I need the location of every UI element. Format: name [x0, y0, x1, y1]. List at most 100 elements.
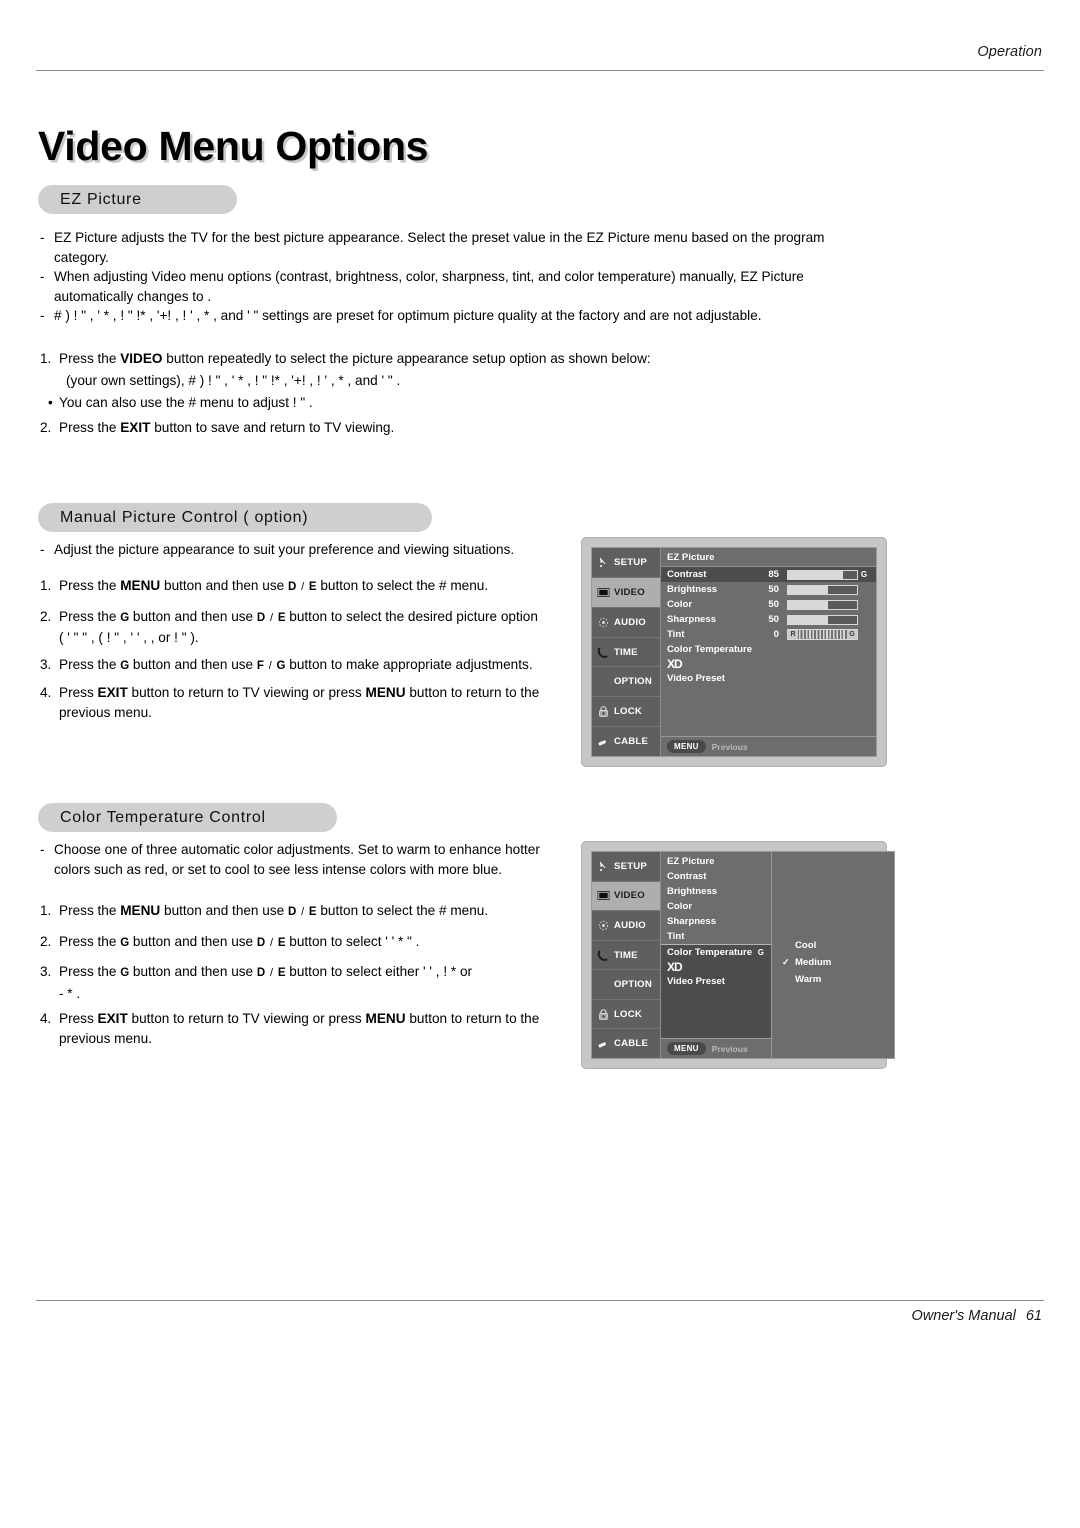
osd-tab-time[interactable]: TIME: [592, 941, 660, 971]
osd-row-tint[interactable]: Tint: [661, 929, 771, 945]
osd-row-color-temperature[interactable]: Color Temperature G: [661, 945, 771, 960]
osd-row-color-temperature[interactable]: Color Temperature: [661, 642, 876, 657]
osd-main-panel: EZ Picture Contrast 85 G Brightness 50 C…: [661, 548, 876, 756]
step-number: 3.: [40, 964, 52, 980]
osd-row-contrast[interactable]: Contrast 85 G: [661, 567, 876, 582]
osd-tab-video[interactable]: VIDEO: [592, 881, 660, 912]
step-text: Press the MENU button and then use D / E…: [59, 903, 489, 918]
osd-row-value: 0: [773, 629, 779, 640]
tint-ticks: [799, 630, 846, 639]
step-text: Press the G button and then use D / E bu…: [59, 964, 473, 980]
step-number: 4.: [40, 685, 52, 701]
osd-menu-header: EZ Picture: [661, 548, 876, 567]
running-head: Operation: [977, 44, 1042, 60]
osd-row-brightness[interactable]: Brightness: [661, 884, 771, 899]
osd-row-contrast[interactable]: Contrast: [661, 869, 771, 884]
step-number: 2.: [40, 419, 52, 435]
osd-row-label: Color: [667, 599, 693, 610]
menu-chip[interactable]: MENU: [667, 1042, 706, 1055]
step-number: 3.: [40, 656, 52, 672]
osd-inner: SETUP VIDEO AUDIO TIME OPTION LOCK CABLE…: [591, 851, 895, 1059]
osd-slider-contrast[interactable]: [787, 569, 858, 580]
osd-row-ez-picture[interactable]: EZ Picture: [661, 852, 771, 869]
submenu-option-warm[interactable]: Warm: [772, 971, 894, 988]
submenu-option-label: Medium: [795, 957, 832, 968]
osd-submenu-color-temperature: Cool ✓ Medium Warm: [771, 852, 894, 1058]
osd-row-video-preset[interactable]: Video Preset: [661, 671, 876, 686]
dash-marker: -: [40, 269, 45, 284]
antenna-icon: [597, 860, 610, 873]
xd-logo: XD: [661, 657, 876, 671]
submenu-option-cool[interactable]: Cool: [772, 937, 894, 954]
previous-label: Previous: [711, 1043, 748, 1054]
osd-tab-video[interactable]: VIDEO: [592, 577, 660, 608]
slider-fill: [788, 615, 829, 624]
osd-slider-color[interactable]: [787, 599, 858, 610]
osd-tab-label: OPTION: [614, 676, 652, 688]
bullet-text: Adjust the picture appearance to suit yo…: [54, 542, 515, 557]
osd-tab-setup[interactable]: SETUP: [592, 852, 660, 882]
osd-row-sharpness[interactable]: Sharpness 50: [661, 612, 876, 627]
submenu-option-label: Warm: [795, 974, 822, 985]
osd-tab-audio[interactable]: AUDIO: [592, 608, 660, 638]
option-icon: [597, 978, 610, 991]
osd-tab-label: TIME: [614, 949, 638, 961]
footer-rule: [36, 1300, 1044, 1301]
footer-label: Owner's Manual: [911, 1308, 1016, 1324]
step-row: 3. Press the G button and then use D / E…: [40, 962, 575, 984]
osd-tab-label: LOCK: [614, 1008, 642, 1020]
osd-row-value: 50: [768, 584, 779, 595]
clock-icon: [597, 646, 610, 659]
bullet-marker: •: [48, 395, 53, 411]
osd-tab-cable[interactable]: CABLE: [592, 1029, 660, 1058]
osd-spacer: [661, 989, 771, 1038]
osd-tab-option[interactable]: OPTION: [592, 970, 660, 1000]
osd-row-color[interactable]: Color: [661, 899, 771, 914]
list-item: - Choose one of three automatic color ad…: [40, 840, 568, 879]
osd-tab-setup[interactable]: SETUP: [592, 548, 660, 578]
xd-logo: XD: [661, 960, 771, 974]
osd-row-label: Sharpness: [667, 614, 717, 625]
osd-tab-audio[interactable]: AUDIO: [592, 911, 660, 941]
osd-sidebar: SETUP VIDEO AUDIO TIME OPTION LOCK CABLE: [592, 548, 661, 756]
screen-icon: [597, 586, 610, 599]
osd-tab-time[interactable]: TIME: [592, 638, 660, 668]
ez-picture-steps: 1. Press the VIDEO button repeatedly to …: [40, 349, 878, 437]
osd-slider-tint[interactable]: R G: [787, 629, 858, 640]
bullet-text: # ) ! " , ' * , ! " !* , '+! , ! ' , * ,…: [54, 308, 762, 323]
osd-tab-lock[interactable]: LOCK: [592, 1000, 660, 1030]
osd-row-color[interactable]: Color 50: [661, 597, 876, 612]
osd-row-brightness[interactable]: Brightness 50: [661, 582, 876, 597]
osd-slider-sharpness[interactable]: [787, 614, 858, 625]
osd-tab-cable[interactable]: CABLE: [592, 727, 660, 756]
list-item: - # ) ! " , ' * , ! " !* , '+! , ! ' , *…: [40, 306, 878, 326]
osd-tab-lock[interactable]: LOCK: [592, 697, 660, 728]
dash-marker: -: [40, 230, 45, 245]
submenu-option-medium[interactable]: ✓ Medium: [772, 954, 894, 971]
color-temp-bullets: - Choose one of three automatic color ad…: [40, 840, 568, 879]
osd-tab-label: CABLE: [614, 736, 649, 748]
screen-icon: [597, 889, 610, 902]
osd-tab-option[interactable]: OPTION: [592, 667, 660, 698]
option-icon: [597, 675, 610, 688]
section-heading-ez-picture: EZ Picture: [38, 185, 237, 214]
step-row-continuation: ( ' " " , ( ! " , ' ' , , or ! " ).: [40, 628, 572, 648]
step-row-continuation: (your own settings), # ) ! " , ' * , ! "…: [40, 371, 878, 391]
step-number: 4.: [40, 1011, 52, 1027]
slider-fill: [788, 570, 844, 579]
list-item: - EZ Picture adjusts the TV for the best…: [40, 228, 878, 267]
chevron-right-icon: G: [757, 948, 765, 957]
osd-row-tint[interactable]: Tint 0 R G: [661, 627, 876, 642]
osd-row-sharpness[interactable]: Sharpness: [661, 914, 771, 929]
osd-slider-brightness[interactable]: [787, 584, 858, 595]
speaker-icon: [597, 616, 610, 629]
osd-footer: MENU Previous: [661, 736, 876, 756]
osd-tab-label: CABLE: [614, 1038, 649, 1050]
menu-chip[interactable]: MENU: [667, 740, 706, 753]
osd-row-video-preset[interactable]: Video Preset: [661, 974, 771, 989]
cable-plug-icon: [597, 1037, 610, 1050]
osd-tab-label: TIME: [614, 646, 638, 658]
osd-row-value: 50: [768, 614, 779, 625]
osd-row-arrow: G: [860, 570, 868, 579]
bullet-text: When adjusting Video menu options (contr…: [54, 269, 804, 304]
